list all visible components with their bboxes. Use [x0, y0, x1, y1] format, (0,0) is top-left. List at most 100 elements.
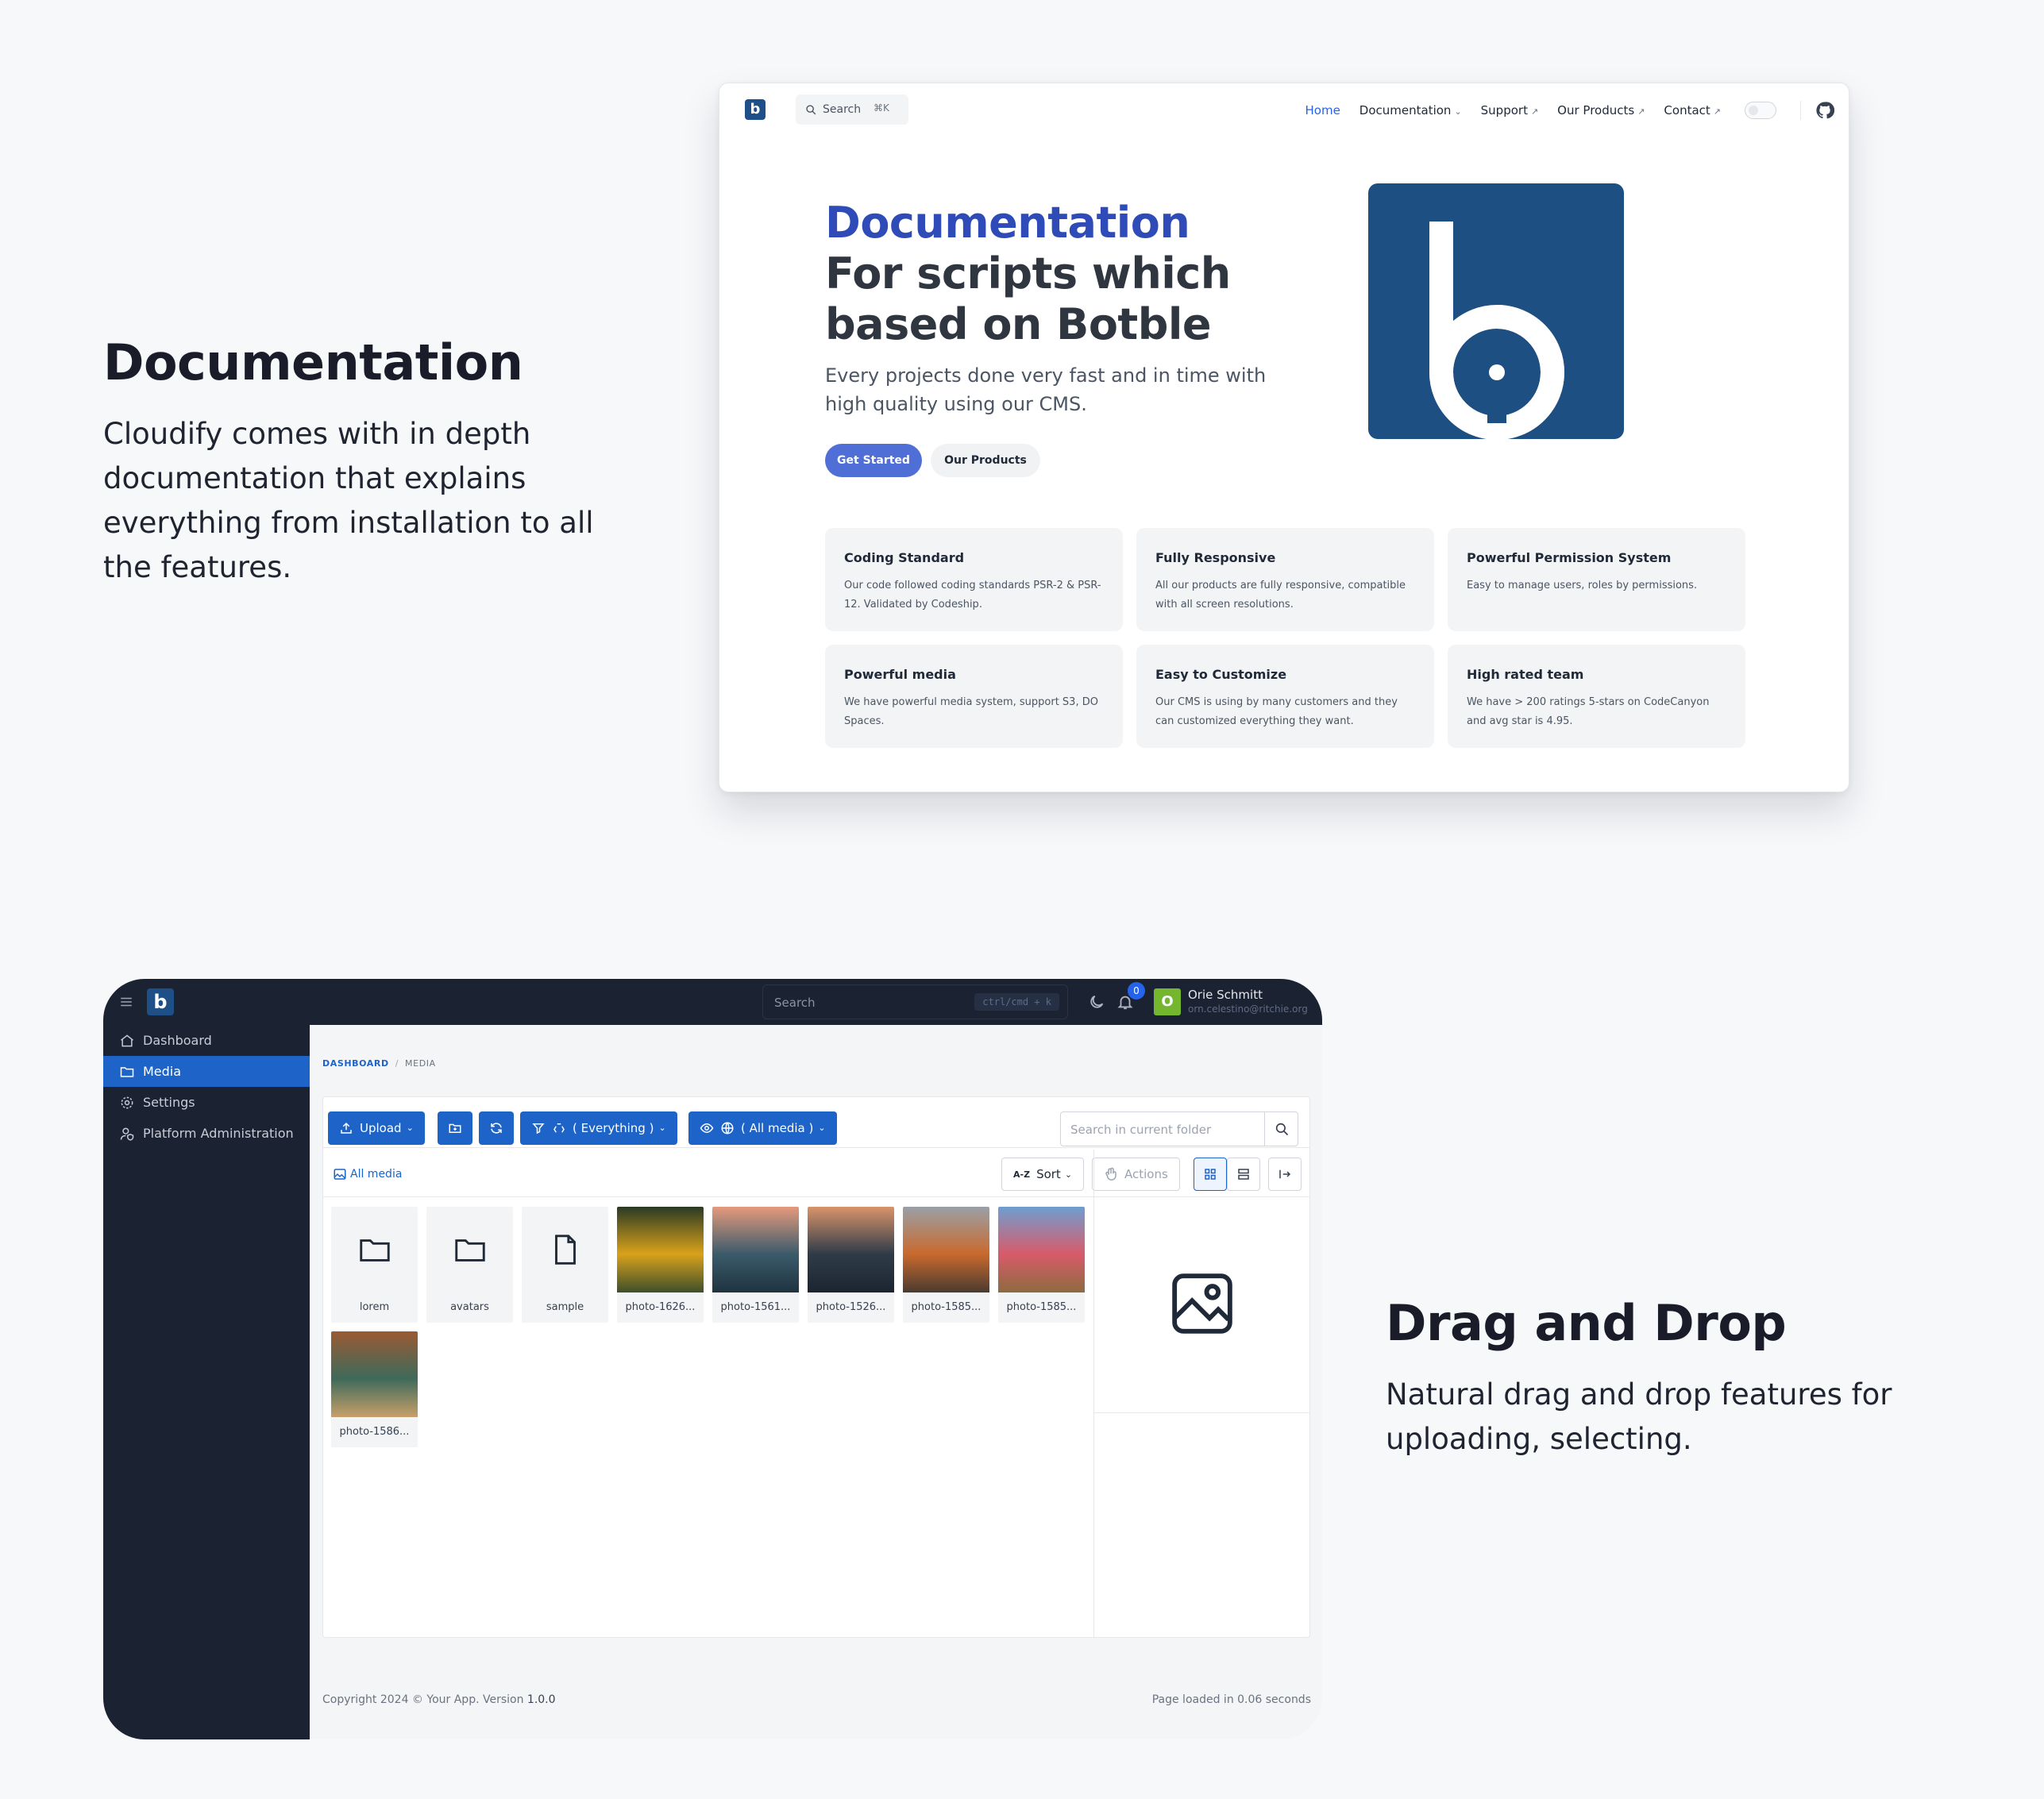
folder-search-input[interactable]: Search in current folder: [1060, 1111, 1298, 1146]
feature-title: Easy to Customize: [1155, 667, 1287, 682]
home-icon: [121, 1034, 133, 1046]
media-photo-item[interactable]: photo-1585...: [998, 1207, 1085, 1323]
filter-icon: [532, 1123, 545, 1134]
external-link-icon: ↗: [1637, 106, 1645, 117]
feature-title: Powerful media: [844, 667, 956, 682]
media-photo-item[interactable]: photo-1586...: [331, 1331, 418, 1447]
eye-icon: [700, 1123, 714, 1134]
footer-copyright: Copyright 2024 © Your App. Version 1.0.0: [322, 1693, 556, 1706]
theme-toggle[interactable]: [1745, 102, 1776, 119]
media-item-name: avatars: [426, 1292, 513, 1323]
folder-icon: [120, 1066, 134, 1077]
moon-icon[interactable]: [1088, 993, 1105, 1011]
breadcrumb-dashboard[interactable]: DASHBOARD: [322, 1058, 389, 1069]
section-description: Natural drag and drop features for uploa…: [1386, 1377, 1892, 1456]
app-logo[interactable]: b: [147, 988, 174, 1015]
media-toolbar: Upload ⌄ ( Everything ) ⌄ ( All media ) ⌄ S…: [323, 1097, 1309, 1148]
image-icon: [334, 1169, 346, 1180]
folder-plus-icon: [449, 1123, 461, 1133]
search-icon: [1275, 1123, 1289, 1136]
docs-search-label: Search: [823, 103, 862, 116]
feature-card: Easy to Customize Our CMS is using by man…: [1136, 645, 1434, 748]
avatar[interactable]: O: [1154, 988, 1181, 1015]
docs-search-shortcut: ⌘K: [874, 102, 889, 114]
feature-desc: Our CMS is using by many customers and t…: [1155, 696, 1398, 727]
botble-logo: [1368, 183, 1624, 440]
media-photo-item[interactable]: photo-1526...: [808, 1207, 894, 1323]
features-grid: Coding Standard Our code followed coding …: [825, 528, 1746, 748]
feature-card: High rated team We have > 200 ratings 5-s…: [1448, 645, 1745, 748]
refresh-button[interactable]: [479, 1111, 514, 1145]
media-item-name: lorem: [331, 1292, 418, 1323]
media-item-name: photo-1526...: [808, 1292, 894, 1323]
section-title: Documentation: [103, 333, 523, 391]
feature-title: Fully Responsive: [1155, 550, 1276, 565]
docs-logo[interactable]: b: [745, 99, 766, 120]
feature-desc: Easy to manage users, roles by permissio…: [1467, 580, 1698, 591]
media-folder-item[interactable]: avatars: [426, 1207, 513, 1323]
media-photo-item[interactable]: photo-1626...: [617, 1207, 704, 1323]
sidebar-item-dashboard[interactable]: Dashboard: [103, 1025, 310, 1056]
nav-home[interactable]: Home: [1305, 103, 1340, 117]
sidebar-item-platform-administration[interactable]: Platform Administration: [103, 1118, 310, 1149]
media-item-name: photo-1586...: [331, 1417, 418, 1447]
media-thumbnail: [903, 1207, 989, 1292]
section-drag-and-drop: Drag and Drop Natural drag and drop feat…: [1386, 1294, 1957, 1462]
create-folder-button[interactable]: [438, 1111, 472, 1145]
sidebar-item-settings[interactable]: Settings: [103, 1087, 310, 1118]
media-file-item[interactable]: sample: [522, 1207, 608, 1323]
media-item-name: photo-1585...: [998, 1292, 1085, 1323]
get-started-button[interactable]: Get Started: [825, 444, 922, 477]
user-name[interactable]: Orie Schmitt: [1188, 988, 1263, 1002]
view-in-button[interactable]: ( All media ) ⌄: [688, 1111, 837, 1145]
upload-button[interactable]: Upload ⌄: [328, 1111, 425, 1145]
filter-button[interactable]: ( Everything ) ⌄: [520, 1111, 677, 1145]
section-documentation: Documentation Cloudify comes with in dep…: [103, 333, 611, 590]
folder-search-placeholder: Search in current folder: [1070, 1123, 1212, 1137]
hero-title-line: based on Botble: [825, 299, 1212, 349]
user-shield-icon: [120, 1127, 134, 1141]
sidebar-item-label: Media: [143, 1064, 182, 1079]
file-icon: [554, 1235, 576, 1265]
nav-our-products[interactable]: Our Products ↗: [1557, 103, 1645, 117]
feature-desc: We have > 200 ratings 5-stars on CodeCan…: [1467, 696, 1710, 727]
botble-logo-icon: [1429, 222, 1564, 440]
hero-subtitle: Every projects done very fast and in tim…: [825, 364, 1267, 415]
media-thumbnail: [712, 1207, 799, 1292]
media-thumbnail: [331, 1207, 418, 1292]
nav-support[interactable]: Support ↗: [1481, 103, 1539, 117]
media-photo-item[interactable]: photo-1585...: [903, 1207, 989, 1323]
sort-button[interactable]: A-Z Sort ⌄: [1001, 1158, 1085, 1191]
our-products-button[interactable]: Our Products: [931, 444, 1040, 477]
docs-search-button[interactable]: Search ⌘K: [796, 94, 908, 125]
global-search-input[interactable]: Search ctrl/cmd + k: [762, 984, 1068, 1019]
sort-az-icon: A-Z: [1013, 1169, 1031, 1180]
user-email: orn.celestino@ritchie.org: [1188, 1004, 1308, 1015]
external-link-icon: ↗: [1713, 106, 1721, 117]
upload-icon: [341, 1122, 352, 1134]
hamburger-menu-icon[interactable]: [119, 995, 133, 1009]
media-folder-item[interactable]: lorem: [331, 1207, 418, 1323]
sidebar-item-media[interactable]: Media: [103, 1056, 310, 1087]
nav-documentation[interactable]: Documentation ⌄: [1359, 103, 1462, 117]
feature-desc: We have powerful media system, support S…: [844, 696, 1098, 727]
refresh-icon: [491, 1123, 502, 1134]
all-media-breadcrumb[interactable]: All media: [333, 1167, 402, 1181]
docs-site-preview: b Search ⌘K Home Documentation ⌄ Support ↗…: [719, 83, 1849, 792]
media-thumbnail: [808, 1207, 894, 1292]
docs-navbar: b Search ⌘K Home Documentation ⌄ Support ↗…: [719, 83, 1849, 136]
folder-search-button[interactable]: [1264, 1112, 1298, 1146]
media-grid: lorem avatars sample photo-1626... photo-156…: [331, 1207, 1093, 1447]
hero-title-accent: Documentation: [825, 198, 1190, 248]
nav-contact[interactable]: Contact ↗: [1664, 103, 1721, 117]
feature-title: Coding Standard: [844, 550, 965, 565]
folder-icon: [454, 1239, 485, 1262]
recycle-icon: [553, 1123, 565, 1133]
media-panel: Upload ⌄ ( Everything ) ⌄ ( All media ) ⌄ S…: [322, 1096, 1310, 1638]
media-thumbnail: [331, 1331, 418, 1417]
breadcrumb-media: MEDIA: [405, 1058, 436, 1069]
github-icon[interactable]: [1815, 101, 1834, 120]
image-placeholder-icon: [1172, 1273, 1232, 1334]
media-photo-item[interactable]: photo-1561...: [712, 1207, 799, 1323]
feature-desc: Our code followed coding standards PSR-2…: [844, 580, 1101, 611]
